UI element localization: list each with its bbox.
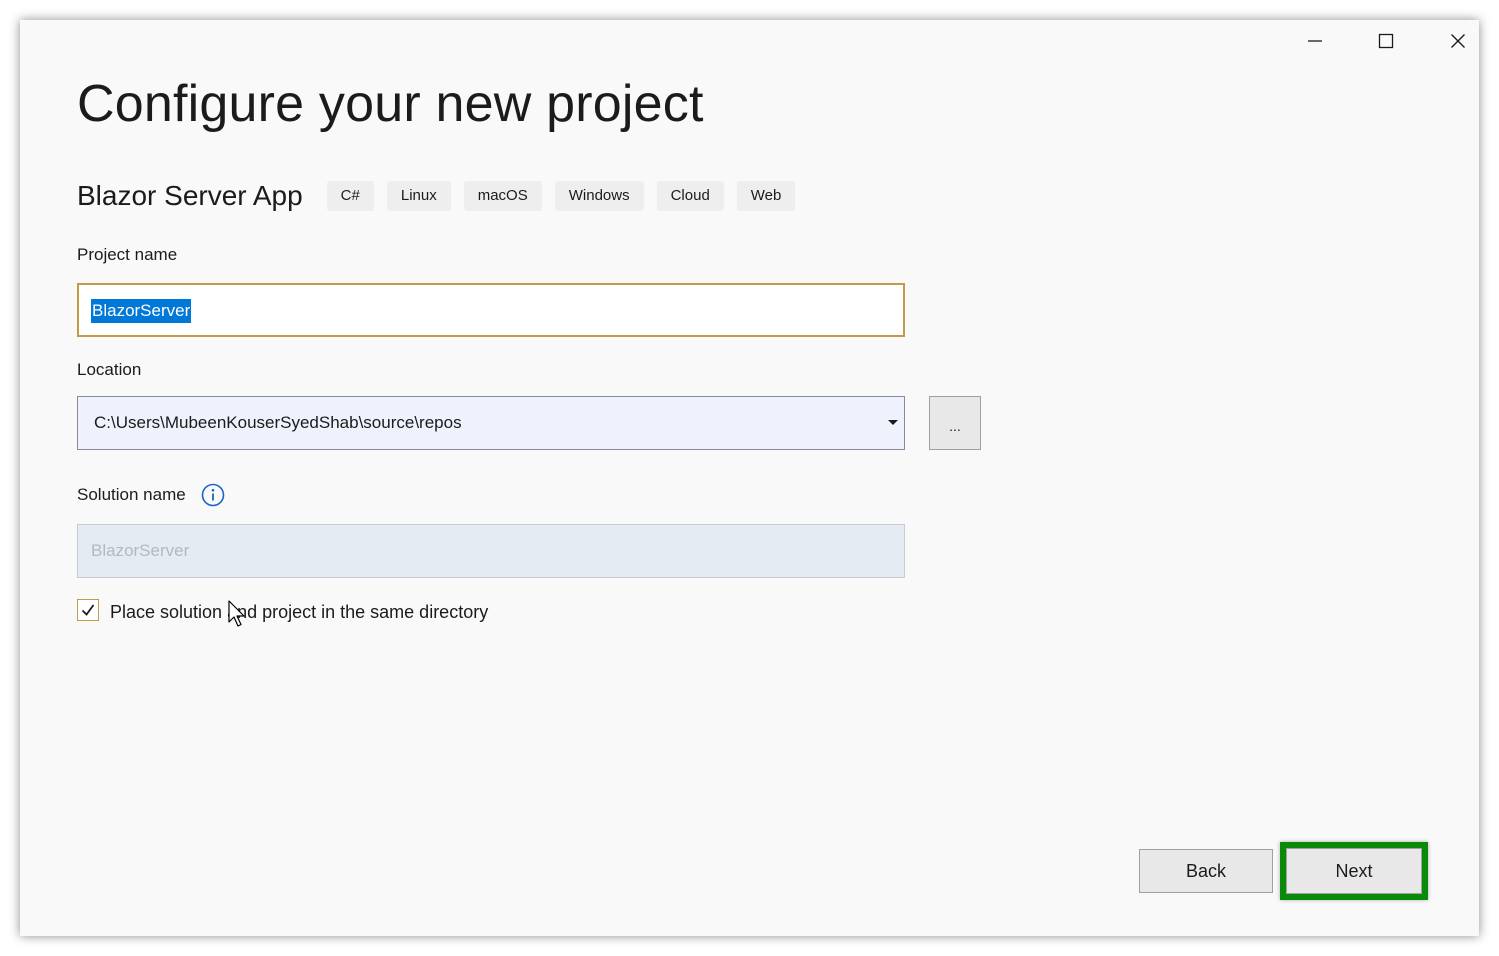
close-button[interactable] [1435,26,1481,56]
solution-name-input: BlazorServer [77,524,905,578]
tag-linux: Linux [386,181,451,211]
template-name: Blazor Server App [77,180,303,211]
solution-name-label: Solution name [77,485,186,504]
browse-location-button[interactable]: ... [929,396,981,450]
template-info: Blazor Server App C# Linux macOS Windows… [77,180,808,212]
tag-windows: Windows [554,181,644,211]
solution-name-placeholder: BlazorServer [91,541,190,560]
configure-project-window: Configure your new project Blazor Server… [20,20,1479,936]
info-icon[interactable] [201,483,225,507]
location-combobox[interactable]: C:\Users\MubeenKouserSyedShab\source\rep… [77,396,905,450]
mouse-cursor-icon [228,600,245,627]
tag-web: Web [736,181,796,211]
tag-csharp: C# [326,181,374,211]
minimize-icon [1308,40,1322,42]
tag-macos: macOS [463,181,542,211]
close-icon [1451,34,1465,48]
location-value: C:\Users\MubeenKouserSyedShab\source\rep… [94,413,462,432]
location-label: Location [77,360,142,379]
project-name-value: BlazorServer [91,299,192,323]
minimize-button[interactable] [1292,26,1338,56]
next-button[interactable]: Next [1280,842,1428,900]
dropdown-arrow-icon[interactable] [882,397,904,449]
maximize-button[interactable] [1363,26,1409,56]
project-name-label: Project name [77,245,178,264]
project-name-input[interactable]: BlazorServer [77,283,905,337]
back-button[interactable]: Back [1139,849,1273,893]
page-title: Configure your new project [77,75,704,133]
same-directory-label[interactable]: Place solution and project in the same d… [110,602,488,623]
tag-cloud: Cloud [656,181,724,211]
maximize-icon [1378,33,1394,49]
checkmark-icon [81,604,95,616]
next-button-label: Next [1286,848,1422,894]
same-directory-checkbox[interactable] [77,599,99,621]
